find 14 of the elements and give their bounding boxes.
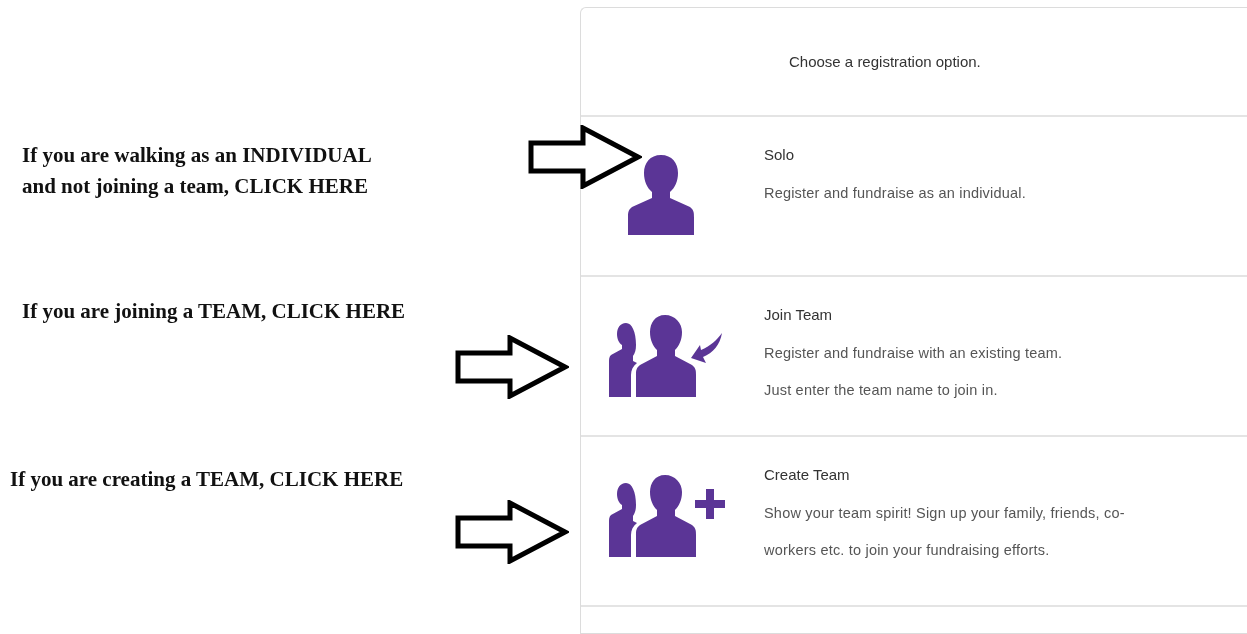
registration-prompt: Choose a registration option. bbox=[789, 53, 981, 70]
option-title: Create Team bbox=[764, 465, 851, 485]
option-description: Show your team spirit! Sign up your family, friends, co-workers etc. to join your fundraising efforts. bbox=[764, 504, 1126, 560]
option-description: Register and fundraise as an individual. bbox=[764, 184, 1026, 203]
option-title: Solo bbox=[764, 145, 796, 165]
annotation-text: If you are joining a TEAM, CLICK HERE bbox=[22, 298, 406, 325]
annotation-text: If you are walking as an INDIVIDUAL and not joining a team, CLICK HERE bbox=[22, 142, 372, 200]
option-title: Join Team bbox=[764, 305, 834, 325]
person-icon bbox=[628, 155, 694, 235]
registration-option[interactable]: Join Team Register and fundraise with an existing team. Just enter the team name to join in. bbox=[581, 277, 1247, 437]
option-description: Just enter the team name to join in. bbox=[764, 381, 999, 400]
option-description: Register and fundraise with an existing team. bbox=[764, 344, 1063, 363]
registration-option[interactable]: Create Team Show your team spirit! Sign up your family, friends, co-workers etc. to join your fundraising efforts. bbox=[581, 437, 1247, 607]
annotation-text: If you are creating a TEAM, CLICK HERE bbox=[10, 466, 404, 493]
